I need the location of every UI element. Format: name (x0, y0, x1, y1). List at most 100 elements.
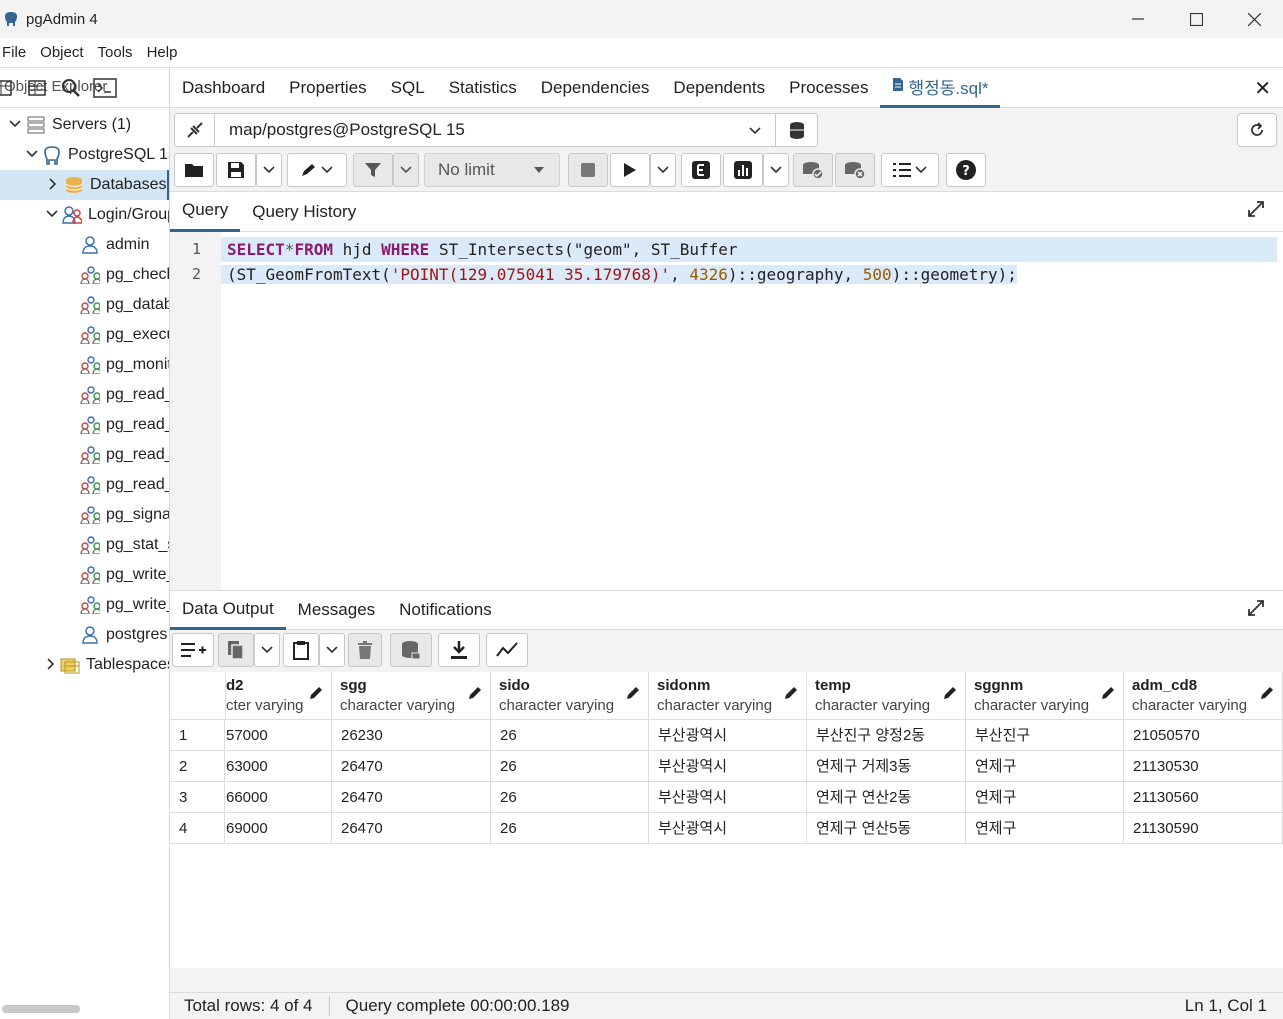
filter-chevron-icon[interactable] (393, 153, 419, 187)
rollback-icon[interactable] (835, 153, 875, 187)
code-line-2[interactable]: (ST_GeomFromText('POINT(129.075041 35.17… (221, 262, 1277, 287)
sql-editor[interactable]: 1 2 SELECT*FROM hjd WHERE ST_Intersects(… (170, 232, 1283, 590)
add-row-icon[interactable] (172, 633, 214, 667)
filter-icon[interactable] (353, 153, 393, 187)
connection-select[interactable]: map/postgres@PostgreSQL 15 (174, 113, 818, 147)
table-cell[interactable]: 21130530 (1124, 751, 1283, 782)
tree-node[interactable]: Tablespaces (0, 650, 169, 680)
table-cell[interactable]: 26470 (332, 782, 491, 813)
close-window-button[interactable] (1225, 0, 1283, 38)
edit-pencil-icon[interactable] (626, 686, 640, 705)
macros-icon[interactable] (881, 153, 939, 187)
tab-properties[interactable]: Properties (277, 68, 378, 108)
chevron-down-icon[interactable] (46, 208, 58, 222)
stop-icon[interactable] (568, 153, 608, 187)
table-cell[interactable]: 부산진구 양정2동 (807, 720, 966, 751)
close-tab-icon[interactable]: ✕ (1254, 76, 1271, 101)
table-cell[interactable]: 26 (491, 782, 649, 813)
table-cell[interactable]: 69000 (226, 813, 332, 844)
reset-layout-icon[interactable] (1237, 113, 1277, 147)
table-cell[interactable]: 21130560 (1124, 782, 1283, 813)
column-header-sggnm[interactable]: sggnm character varying (966, 672, 1124, 720)
column-header-adm-cd2[interactable]: d2 cter varying (226, 672, 332, 720)
table-cell[interactable]: 21050570 (1124, 720, 1283, 751)
tree-node[interactable]: pg_read_server_files (0, 470, 169, 500)
save-data-icon[interactable] (390, 633, 432, 667)
paste-icon[interactable] (283, 633, 319, 667)
tree-node[interactable]: pg_execute_server_program (0, 320, 169, 350)
row-number[interactable]: 2 (170, 751, 225, 782)
chevron-down-icon[interactable] (735, 123, 775, 138)
edit-pencil-icon[interactable] (1260, 686, 1274, 705)
tab-data-output[interactable]: Data Output (170, 590, 286, 630)
execute-chevron-icon[interactable] (650, 153, 676, 187)
table-cell[interactable]: 57000 (226, 720, 332, 751)
table-cell[interactable]: 26 (491, 813, 649, 844)
copy-icon[interactable] (218, 633, 254, 667)
execute-play-icon[interactable] (610, 153, 650, 187)
edit-pencil-icon[interactable] (943, 686, 957, 705)
tab-query-history[interactable]: Query History (240, 192, 368, 232)
table-cell[interactable]: 부산진구 (966, 720, 1124, 751)
table-cell[interactable]: 부산광역시 (649, 813, 807, 844)
query-tool-icon[interactable] (0, 73, 20, 103)
tab-dashboard[interactable]: Dashboard (170, 68, 277, 108)
menu-tools[interactable]: Tools (98, 44, 133, 61)
chevron-down-icon[interactable] (26, 148, 38, 162)
tab-dependents[interactable]: Dependents (661, 68, 777, 108)
table-cell[interactable]: 63000 (226, 751, 332, 782)
tree-node[interactable]: Servers (1) (0, 110, 169, 140)
save-options-chevron-icon[interactable] (256, 153, 282, 187)
database-icon[interactable] (775, 114, 817, 146)
tab-messages[interactable]: Messages (286, 590, 387, 630)
table-cell[interactable]: 26470 (332, 751, 491, 782)
table-cell[interactable]: 부산광역시 (649, 782, 807, 813)
tab-processes[interactable]: Processes (777, 68, 880, 108)
tree-node[interactable]: pg_read_all_data (0, 380, 169, 410)
table-cell[interactable]: 연제구 연산5동 (807, 813, 966, 844)
row-limit-select[interactable]: No limit (424, 153, 560, 187)
edit-pencil-icon[interactable] (287, 153, 347, 187)
column-header-sgg[interactable]: sgg character varying (332, 672, 491, 720)
explorer-h-scrollbar[interactable] (2, 1005, 80, 1013)
commit-icon[interactable] (793, 153, 833, 187)
table-cell[interactable]: 연제구 (966, 782, 1124, 813)
save-file-icon[interactable] (216, 153, 256, 187)
delete-icon[interactable] (348, 633, 382, 667)
tree-node[interactable]: PostgreSQL 15 (0, 140, 169, 170)
table-cell[interactable]: 연제구 (966, 813, 1124, 844)
explain-icon[interactable] (681, 153, 721, 187)
table-cell[interactable]: 21130590 (1124, 813, 1283, 844)
menu-help[interactable]: Help (147, 44, 178, 61)
column-header-sidonm[interactable]: sidonm character varying (649, 672, 807, 720)
column-header-sido[interactable]: sido character varying (491, 672, 649, 720)
table-cell[interactable]: 26230 (332, 720, 491, 751)
explain-analyze-icon[interactable] (723, 153, 763, 187)
chevron-right-icon[interactable] (46, 657, 56, 673)
table-cell[interactable]: 연제구 연산2동 (807, 782, 966, 813)
open-file-icon[interactable] (174, 153, 214, 187)
minimize-button[interactable] (1109, 0, 1167, 38)
connection-status-icon[interactable] (175, 114, 215, 146)
tree-node[interactable]: postgres (0, 620, 169, 650)
help-icon[interactable]: ? (946, 153, 986, 187)
tree-node[interactable]: pg_read_all_stats (0, 440, 169, 470)
table-cell[interactable]: 연제구 거제3동 (807, 751, 966, 782)
table-cell[interactable]: 26 (491, 720, 649, 751)
tree-node[interactable]: pg_checkpoint (0, 260, 169, 290)
table-cell[interactable]: 연제구 (966, 751, 1124, 782)
edit-pencil-icon[interactable] (309, 686, 323, 705)
edit-pencil-icon[interactable] (1101, 686, 1115, 705)
row-number[interactable]: 3 (170, 782, 225, 813)
edit-pencil-icon[interactable] (468, 686, 482, 705)
edit-pencil-icon[interactable] (784, 686, 798, 705)
column-header-temp[interactable]: temp character varying (807, 672, 966, 720)
tree-node[interactable]: admin (0, 230, 169, 260)
graph-visualiser-icon[interactable] (486, 633, 528, 667)
maximize-panel-icon[interactable] (1247, 599, 1265, 622)
table-cell[interactable]: 26 (491, 751, 649, 782)
search-objects-icon[interactable] (54, 73, 88, 103)
download-icon[interactable] (438, 633, 480, 667)
menu-object[interactable]: Object (40, 44, 83, 61)
table-cell[interactable]: 부산광역시 (649, 751, 807, 782)
